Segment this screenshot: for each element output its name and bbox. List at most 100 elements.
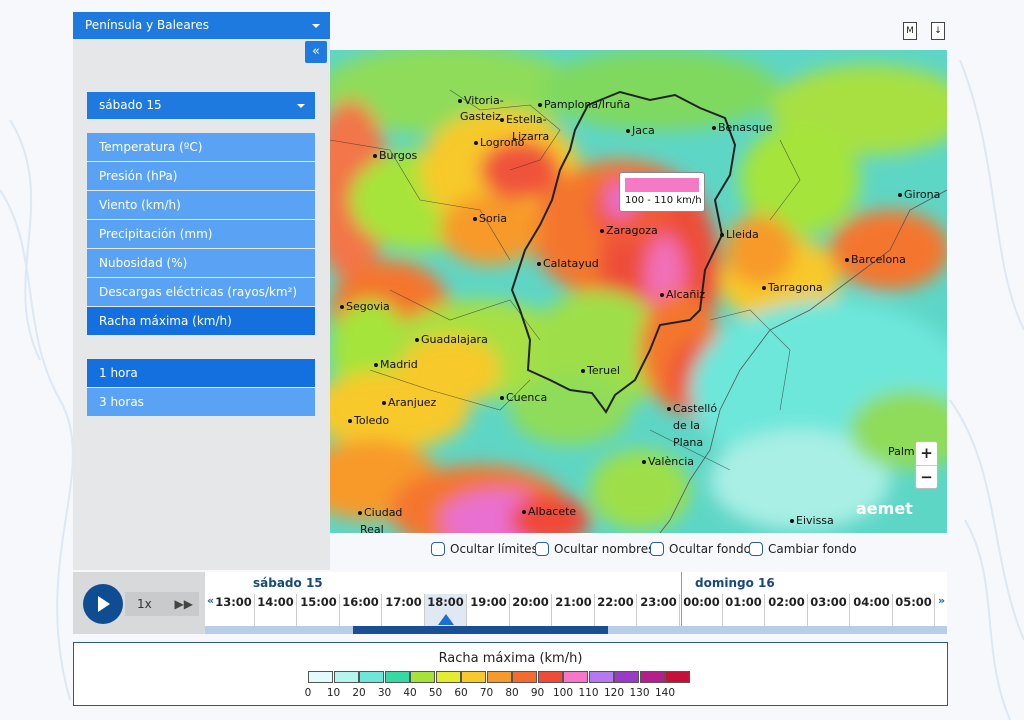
checkbox[interactable] [431, 542, 445, 556]
speed-label: 1x [137, 597, 152, 611]
selected-hour-marker [438, 614, 454, 625]
city-dot [340, 305, 344, 309]
hour-cell[interactable]: 01:00 [723, 594, 765, 626]
legend-tick: 60 [454, 687, 468, 699]
toggle-ocultar-nombres[interactable]: Ocultar nombres [535, 542, 654, 556]
city-dot [898, 193, 902, 197]
checkbox[interactable] [749, 542, 763, 556]
hour-strip: sábado 15 domingo 16 « » 13:00 14:00 15:00… [205, 572, 947, 626]
variable-descargas[interactable]: Descargas eléctricas (rayos/km²) [87, 278, 315, 306]
variable-nubosidad[interactable]: Nubosidad (%) [87, 249, 315, 277]
legend-title: Racha máxima (km/h) [438, 651, 583, 666]
city-calatayud: Calatayud [537, 257, 599, 270]
city-dot [474, 141, 478, 145]
city-dot [500, 396, 504, 400]
legend-tick: 80 [505, 687, 519, 699]
city-dot [667, 407, 671, 411]
m-icon[interactable]: M [903, 22, 917, 40]
legend-swatch [461, 671, 486, 683]
hour-cell[interactable]: 19:00 [468, 594, 510, 626]
hour-cell[interactable]: 22:00 [595, 594, 637, 626]
timeline-progress[interactable] [205, 626, 947, 634]
city-cuenca: Cuenca [500, 391, 547, 404]
city-vitoria: Vitoria- [458, 94, 504, 107]
fast-forward-icon[interactable]: ▶▶ [175, 592, 193, 616]
value-tooltip: 100 - 110 km/h [619, 172, 705, 212]
play-button[interactable] [83, 584, 123, 624]
interval-1-hora[interactable]: 1 hora [87, 359, 315, 387]
variable-list: Temperatura (ºC) Presión (hPa) Viento (k… [87, 133, 315, 336]
city-estella: Estella- [500, 113, 547, 126]
city-dot [373, 154, 377, 158]
hour-cell[interactable]: 15:00 [298, 594, 340, 626]
hour-cell[interactable]: 00:00 [681, 594, 723, 626]
region-select[interactable]: Península y Baleares [73, 12, 330, 39]
city-aranjuez: Aranjuez [382, 396, 436, 409]
city-dot [537, 262, 541, 266]
toggle-label: Ocultar límites [450, 542, 538, 556]
download-icon[interactable]: ↓ [931, 22, 945, 40]
city-dot [458, 99, 462, 103]
hour-cell[interactable]: 04:00 [851, 594, 893, 626]
hour-cell[interactable]: 13:00 [213, 594, 255, 626]
checkbox[interactable] [650, 542, 664, 556]
toggle-cambiar-fondo[interactable]: Cambiar fondo [749, 542, 857, 556]
speed-control[interactable]: 1x ▶▶ [125, 592, 199, 616]
variable-racha-maxima[interactable]: Racha máxima (km/h) [87, 307, 315, 335]
interval-3-horas[interactable]: 3 horas [87, 388, 315, 416]
hour-cell[interactable]: 03:00 [808, 594, 850, 626]
city-toledo: Toledo [348, 414, 389, 427]
city-dot [600, 229, 604, 233]
toggle-ocultar-limites[interactable]: Ocultar límites [431, 542, 538, 556]
city-dot [374, 363, 378, 367]
variable-presion[interactable]: Presión (hPa) [87, 162, 315, 190]
day-select[interactable]: sábado 15 [87, 92, 315, 119]
city-ciudad-real: Ciudad [358, 506, 402, 519]
hour-cell[interactable]: 14:00 [255, 594, 297, 626]
chevron-down-icon [312, 24, 320, 28]
hour-cell[interactable]: 16:00 [340, 594, 382, 626]
hour-cell[interactable]: 21:00 [553, 594, 595, 626]
legend-tick: 100 [552, 687, 574, 699]
zoom-out-button[interactable]: − [916, 466, 937, 489]
city-lleida: Lleida [720, 228, 759, 241]
variable-viento[interactable]: Viento (km/h) [87, 191, 315, 219]
city-pamplona: Pamplona/Iruña [538, 98, 630, 111]
legend-tick: 10 [326, 687, 341, 699]
legend-tick: 110 [578, 687, 599, 699]
city-logrono: Logroño [474, 136, 524, 149]
city-tarragona: Tarragona [762, 281, 823, 294]
city-teruel: Teruel [581, 364, 620, 377]
city-dot [358, 511, 362, 515]
legend-tick: 140 [654, 687, 676, 699]
city-de-la: de la [673, 419, 701, 432]
hour-cell[interactable]: 17:00 [383, 594, 425, 626]
hour-cell[interactable]: 20:00 [510, 594, 552, 626]
tooltip-text: 100 - 110 km/h [625, 195, 702, 206]
hour-cell[interactable]: 23:00 [638, 594, 680, 626]
control-panel: Península y Baleares « sábado 15 Tempera… [73, 12, 330, 570]
city-dot [712, 126, 716, 130]
toggle-label: Ocultar nombres [554, 542, 655, 556]
hour-cell[interactable]: 05:00 [893, 594, 935, 626]
next-hours-icon[interactable]: » [938, 594, 945, 607]
weather-map[interactable]: Vitoria- Gasteiz Pamplona/Iruña Estella-… [330, 50, 947, 533]
legend-swatch [435, 671, 461, 683]
legend-swatch [665, 671, 690, 683]
toggle-label: Cambiar fondo [768, 542, 857, 556]
city-girona: Girona [898, 188, 940, 201]
city-segovia: Segovia [340, 300, 390, 313]
hour-cell[interactable]: 02:00 [766, 594, 808, 626]
legend-swatch [512, 671, 537, 683]
variable-temperatura[interactable]: Temperatura (ºC) [87, 133, 315, 161]
toggle-ocultar-fondo[interactable]: Ocultar fondo [650, 542, 751, 556]
legend-swatch [563, 671, 588, 683]
variable-precipitacion[interactable]: Precipitación (mm) [87, 220, 315, 248]
city-dot [538, 103, 542, 107]
city-dot [626, 129, 630, 133]
collapse-panel-button[interactable]: « [305, 41, 327, 63]
legend-tick: 130 [629, 687, 650, 699]
checkbox[interactable] [535, 542, 549, 556]
zoom-in-button[interactable]: + [916, 442, 937, 465]
city-gasteiz: Gasteiz [460, 110, 501, 123]
